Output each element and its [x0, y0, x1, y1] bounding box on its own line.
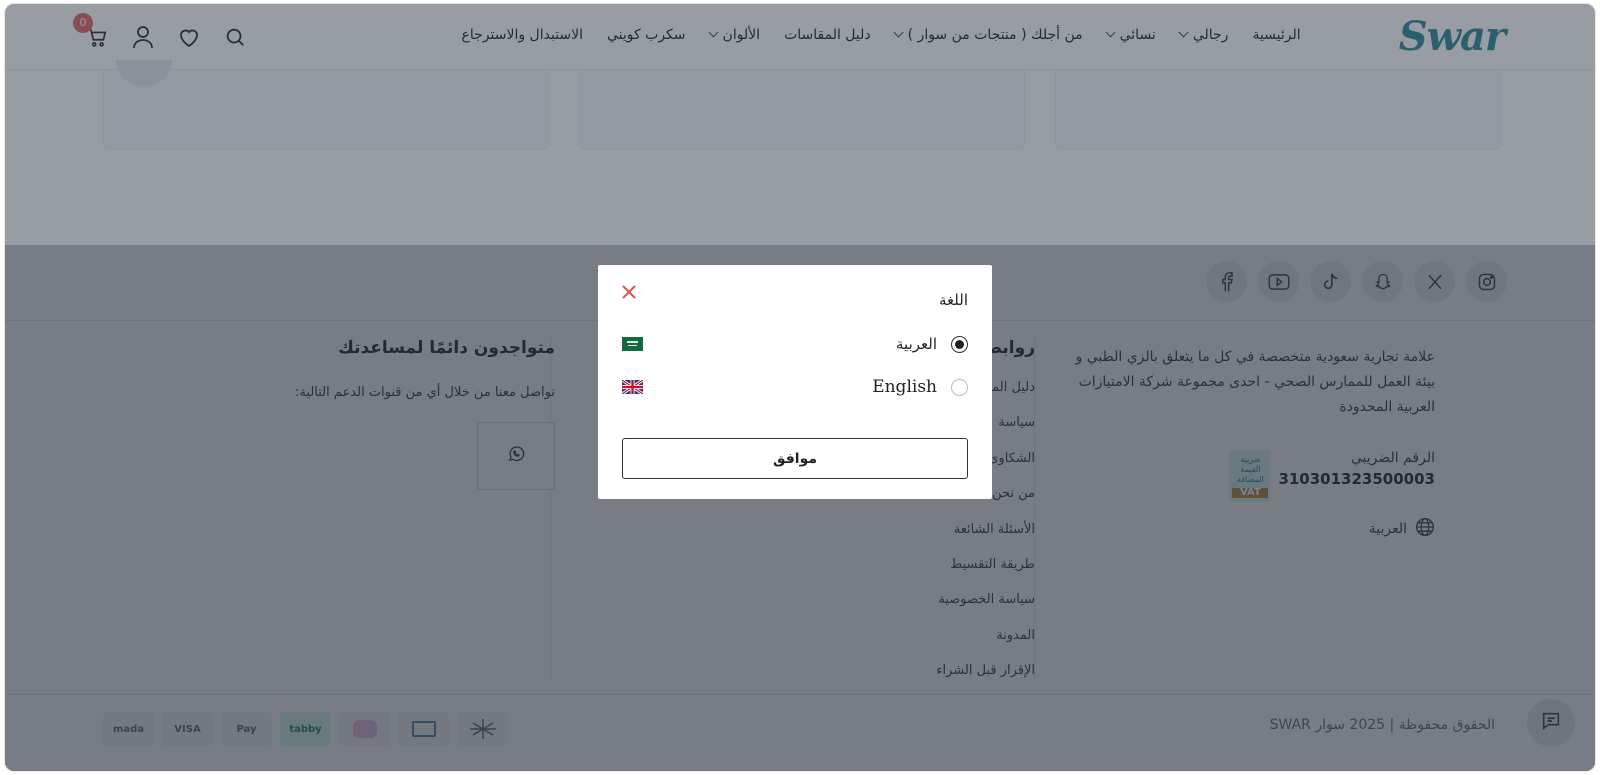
- confirm-button[interactable]: موافق: [622, 438, 968, 479]
- language-modal: اللغة العربية English موافق: [598, 265, 992, 499]
- option-label: English: [872, 377, 937, 397]
- language-option-arabic[interactable]: العربية: [622, 335, 968, 353]
- modal-title: اللغة: [939, 291, 968, 309]
- language-option-english[interactable]: English: [622, 377, 968, 397]
- radio-english[interactable]: [951, 378, 968, 396]
- option-label: العربية: [896, 335, 937, 353]
- close-icon[interactable]: [620, 283, 638, 301]
- saudi-flag-icon: [622, 337, 643, 351]
- radio-arabic[interactable]: [951, 335, 968, 353]
- uk-flag-icon: [622, 380, 643, 394]
